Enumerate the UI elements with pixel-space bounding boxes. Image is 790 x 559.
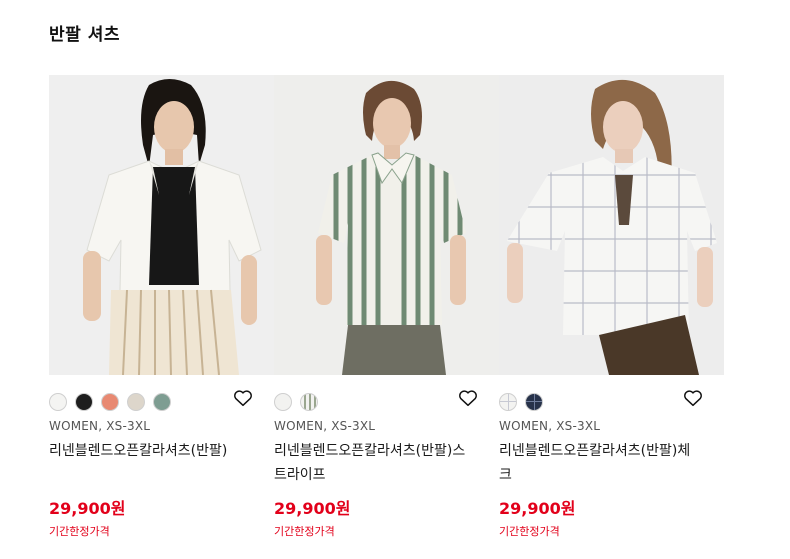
product-image[interactable] [499,75,724,375]
product-price: 29,900원 [274,499,351,518]
product-card[interactable]: WOMEN, XS-3XL 리넨블렌드오픈칼라셔츠(반팔)체크 29,900원 … [499,75,724,538]
color-swatch[interactable] [300,393,318,411]
color-swatch[interactable] [525,393,543,411]
heart-icon[interactable] [457,387,479,409]
product-meta: WOMEN, XS-3XL [274,419,376,433]
product-grid: WOMEN, XS-3XL 리넨블렌드오픈칼라셔츠(반팔) 29,900원 기간… [49,75,724,538]
product-meta: WOMEN, XS-3XL [499,419,601,433]
section-title: 반팔 셔츠 [49,25,120,45]
color-swatch[interactable] [101,393,119,411]
color-swatch[interactable] [274,393,292,411]
product-price: 29,900원 [49,499,126,518]
price-flag: 기간한정가격 [499,525,560,538]
product-card[interactable]: WOMEN, XS-3XL 리넨블렌드오픈칼라셔츠(반팔) 29,900원 기간… [49,75,274,538]
color-swatches [49,393,171,411]
color-swatches [274,393,318,411]
product-image[interactable] [274,75,499,375]
color-swatch[interactable] [153,393,171,411]
price-flag: 기간한정가격 [49,525,110,538]
heart-icon[interactable] [232,387,254,409]
color-swatch[interactable] [75,393,93,411]
product-name[interactable]: 리넨블렌드오픈칼라셔츠(반팔) [49,439,249,463]
product-price: 29,900원 [499,499,576,518]
product-image[interactable] [49,75,274,375]
color-swatch[interactable] [127,393,145,411]
product-card[interactable]: WOMEN, XS-3XL 리넨블렌드오픈칼라셔츠(반팔)스트라이프 29,90… [274,75,499,538]
heart-icon[interactable] [682,387,704,409]
color-swatch[interactable] [49,393,67,411]
product-meta: WOMEN, XS-3XL [49,419,151,433]
color-swatches [499,393,543,411]
product-name[interactable]: 리넨블렌드오픈칼라셔츠(반팔)스트라이프 [274,439,474,487]
color-swatch[interactable] [499,393,517,411]
price-flag: 기간한정가격 [274,525,335,538]
product-name[interactable]: 리넨블렌드오픈칼라셔츠(반팔)체크 [499,439,699,487]
